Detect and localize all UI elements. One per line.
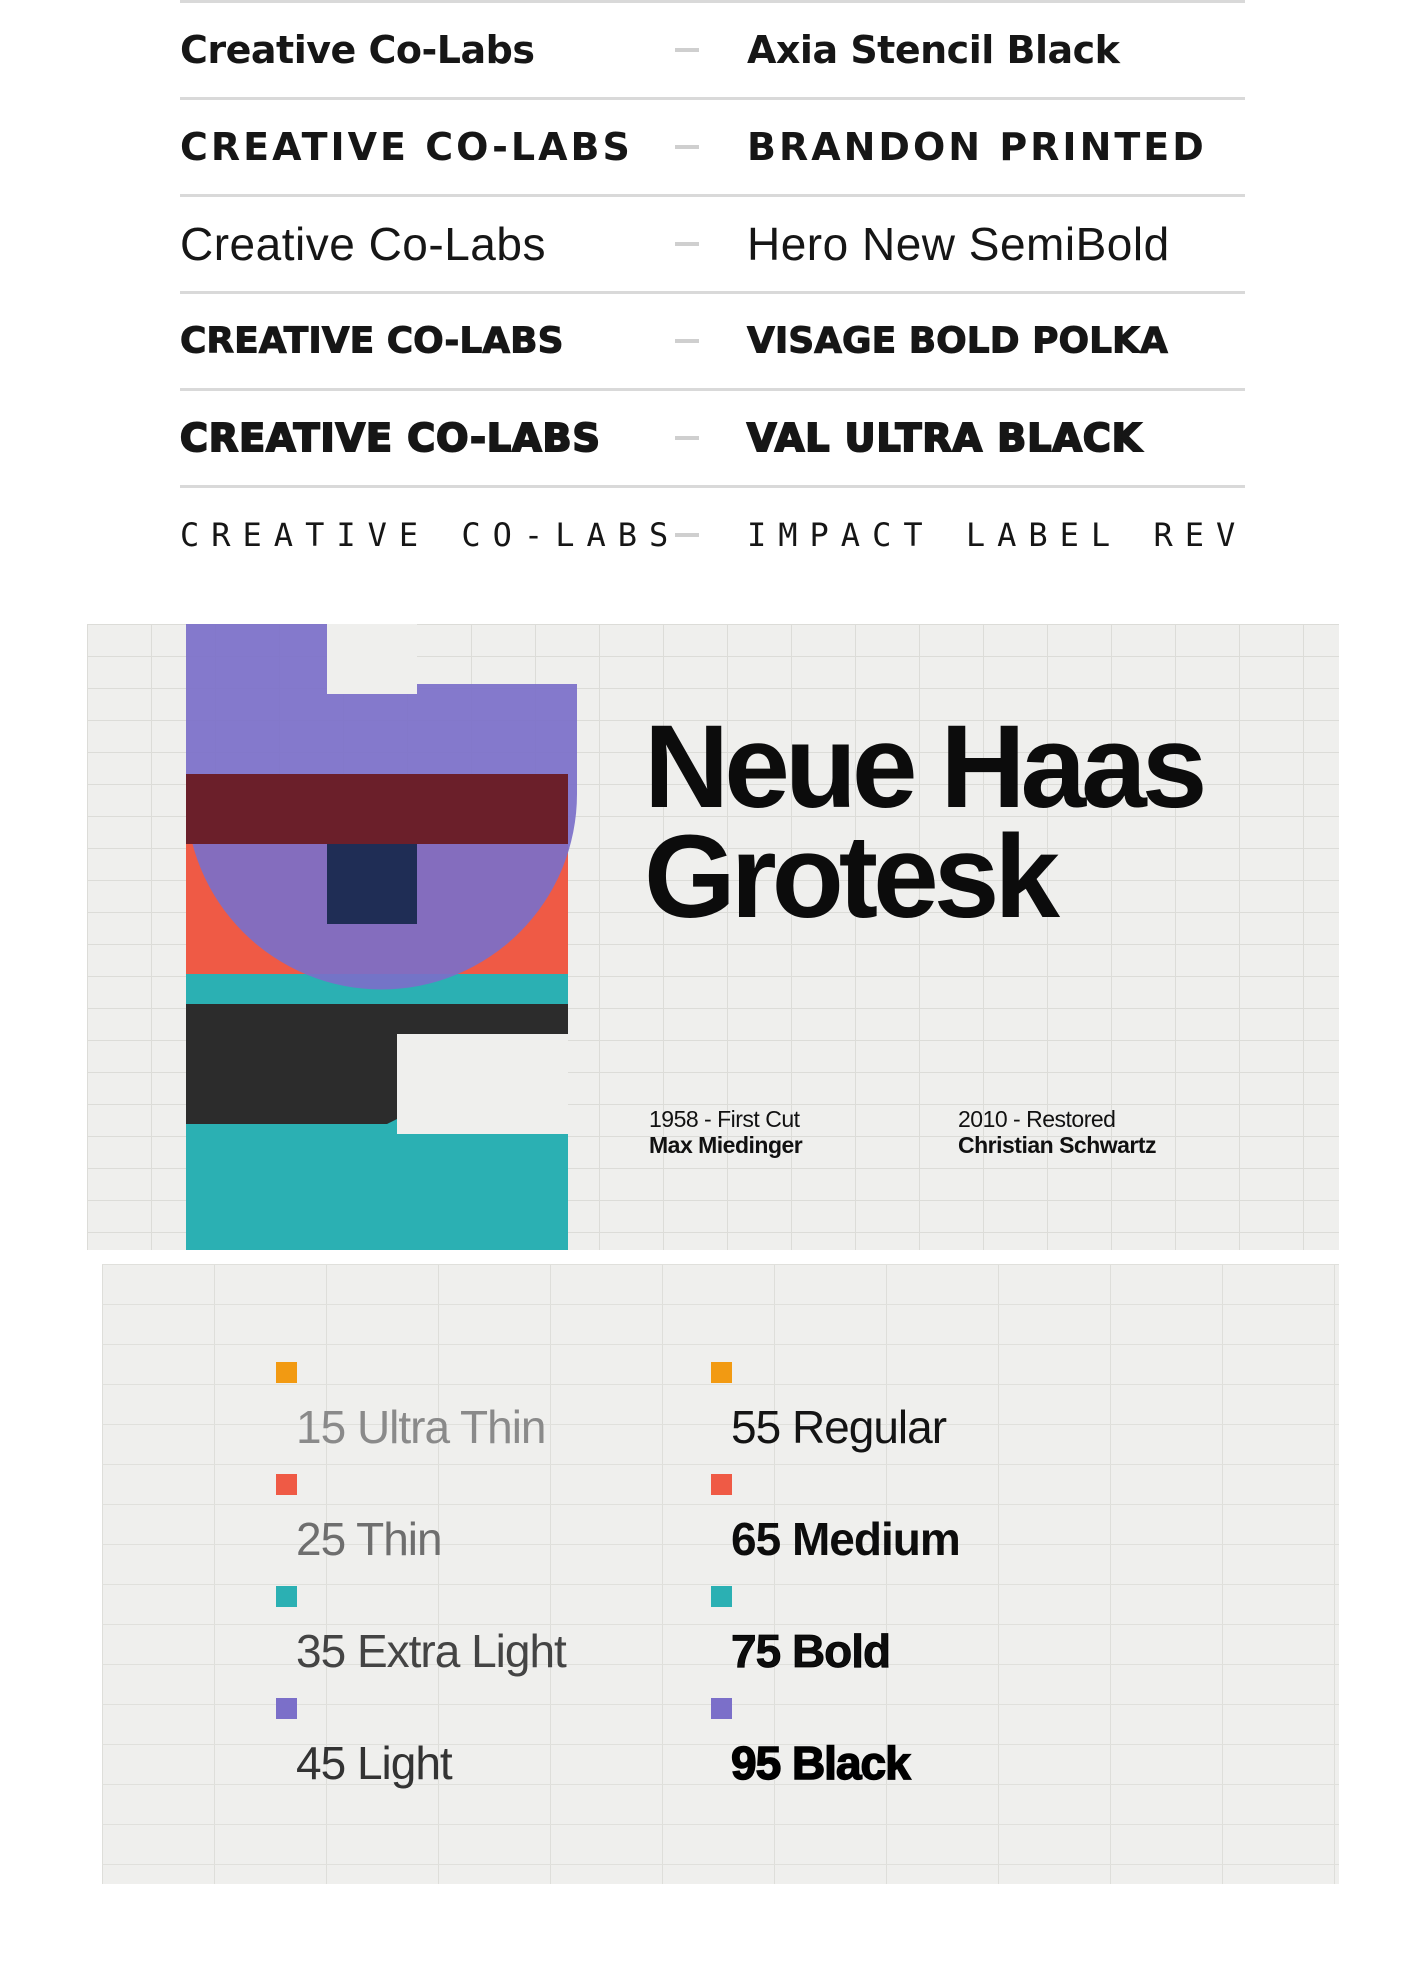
- font-weights-panel: 15 Ultra Thin 25 Thin 35 Extra Light 45 …: [102, 1264, 1339, 1884]
- poster-title-line1: Neue Haas: [644, 701, 1207, 833]
- pair-font-name: Hero New SemiBold: [747, 218, 1170, 270]
- weight-color-swatch: [711, 1362, 732, 1383]
- weight-color-swatch: [711, 1586, 732, 1607]
- weight-color-swatch: [276, 1474, 297, 1495]
- pair-dash: [675, 436, 699, 440]
- weight-label: 35 Extra Light: [296, 1625, 567, 1677]
- weight-label: 95 Black: [730, 1736, 911, 1790]
- pair-sample-text: CREATIVE CO-LABS: [180, 320, 565, 362]
- credit-name: Christian Schwartz: [958, 1132, 1157, 1158]
- monogram-overlap-core: [327, 844, 417, 924]
- pair-sample-text: CREATIVE CO-LABS: [179, 415, 601, 461]
- pair-sample-text: CREATIVE CO-LABS: [180, 125, 633, 169]
- monogram-cutout: [397, 1034, 568, 1134]
- weight-color-swatch: [711, 1698, 732, 1719]
- weight-color-swatch: [711, 1474, 732, 1495]
- pair-dash: [675, 242, 699, 246]
- weight-color-swatch: [276, 1586, 297, 1607]
- font-pair-row: CREATIVE CO-LABS VAL ULTRA BLACK: [179, 388, 1245, 485]
- weight-label: 45 Light: [296, 1737, 453, 1789]
- pair-dash: [675, 533, 699, 537]
- pair-font-name: Axia Stencil Black: [747, 28, 1120, 72]
- pair-sample-text: CREATIVE CO-LABS: [180, 516, 681, 554]
- weight-color-swatch: [276, 1698, 297, 1719]
- pair-font-name: VISAGE BOLD POLKA: [747, 320, 1169, 362]
- weight-color-swatch: [276, 1362, 297, 1383]
- poster-title: Neue Haas Grotesk: [644, 701, 1207, 943]
- neue-haas-poster: Neue Haas Grotesk 1958 - First Cut Max M…: [87, 624, 1339, 1250]
- pair-font-name: IMPACT LABEL REV: [747, 516, 1248, 554]
- font-pair-row: CREATIVE CO-LABS IMPACT LABEL REV: [180, 485, 1245, 582]
- credit-year: 2010 - Restored: [958, 1106, 1116, 1132]
- poster-title-line2: Grotesk: [644, 811, 1060, 943]
- font-pair-row: Creative Co-Labs Hero New SemiBold: [180, 194, 1245, 291]
- pair-dash: [675, 145, 699, 149]
- pair-sample-text: Creative Co-Labs: [180, 218, 546, 270]
- pair-dash: [675, 339, 699, 343]
- weight-label: 25 Thin: [296, 1513, 443, 1565]
- nhg-monogram-art: [186, 624, 577, 1250]
- font-pair-row: CREATIVE CO-LABS BRANDON PRINTED: [180, 97, 1245, 194]
- monogram-cutout: [327, 624, 417, 694]
- weight-label: 15 Ultra Thin: [296, 1401, 547, 1453]
- monogram-overlap-band: [186, 774, 568, 844]
- pair-font-name: VAL ULTRA BLACK: [746, 415, 1143, 461]
- weight-label: 75 Bold: [731, 1625, 892, 1678]
- font-pairing-list: Creative Co-Labs Axia Stencil Black CREA…: [179, 0, 1245, 582]
- poster-credit-restored: 2010 - Restored Christian Schwartz: [958, 1106, 1157, 1158]
- pair-font-name: BRANDON PRINTED: [747, 125, 1207, 169]
- font-pair-row: CREATIVE CO-LABS VISAGE BOLD POLKA: [180, 291, 1245, 388]
- weight-label: 65 Medium: [731, 1513, 961, 1565]
- weight-label: 55 Regular: [731, 1401, 947, 1453]
- credit-name: Max Miedinger: [649, 1132, 803, 1158]
- pair-sample-text: Creative Co-Labs: [180, 28, 535, 72]
- pair-dash: [675, 48, 699, 52]
- credit-year: 1958 - First Cut: [649, 1106, 800, 1132]
- poster-credit-first-cut: 1958 - First Cut Max Miedinger: [649, 1106, 803, 1158]
- font-pair-row: Creative Co-Labs Axia Stencil Black: [180, 0, 1245, 97]
